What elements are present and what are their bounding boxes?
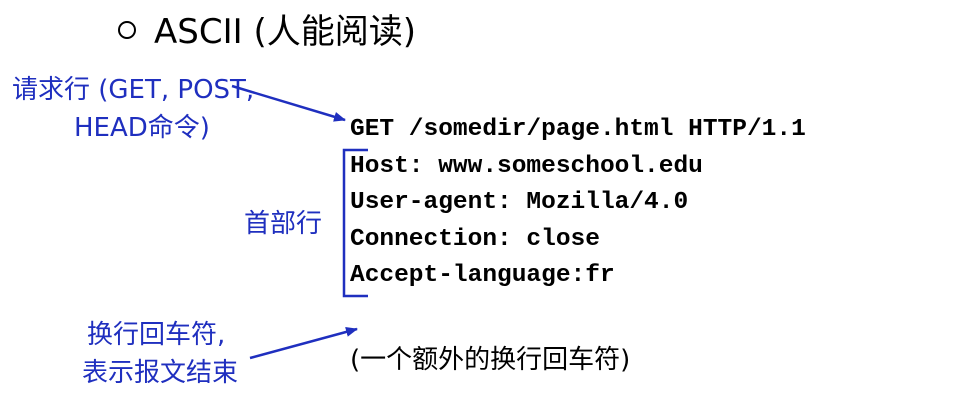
crlf-arrow [249,327,358,360]
header-lines-bracket [342,148,368,298]
request-line-arrow [231,84,346,122]
annotation-graphics [231,84,368,360]
